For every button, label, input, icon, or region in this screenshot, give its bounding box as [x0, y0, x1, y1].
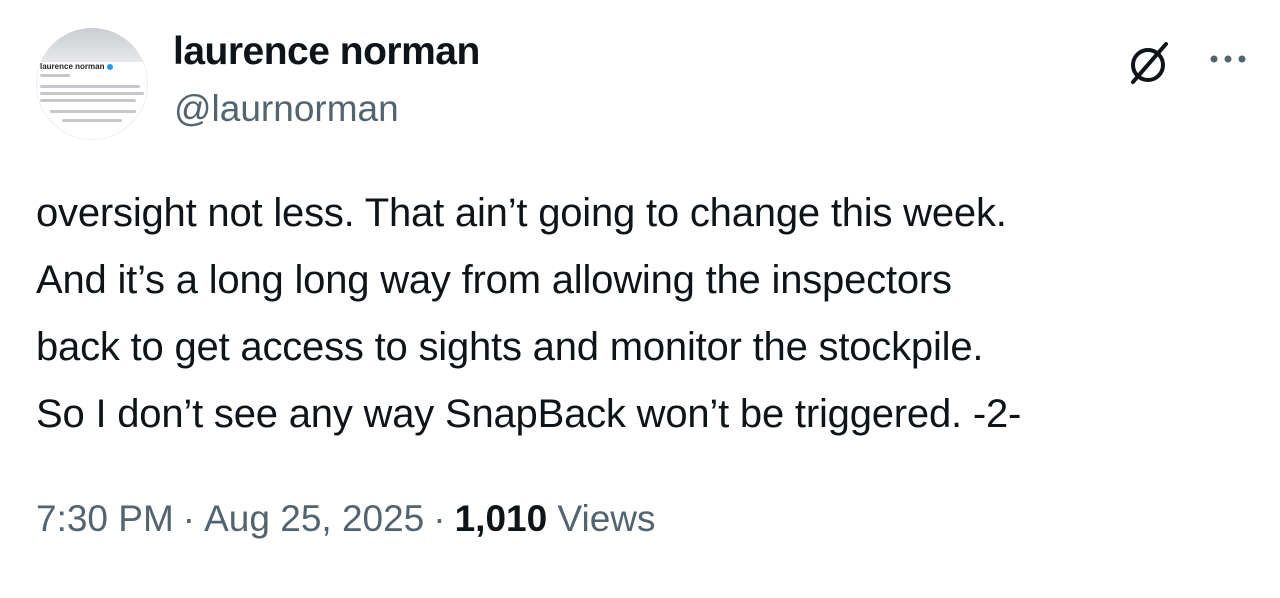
- author-display-name[interactable]: laurence norman: [173, 30, 480, 74]
- tweet-meta: 7:30 PM · Aug 25, 2025 · 1,010 Views: [36, 498, 656, 540]
- avatar-mini-line: [40, 99, 136, 102]
- avatar-banner: [36, 28, 148, 62]
- avatar-mini-line: [50, 110, 136, 113]
- views-label: Views: [557, 498, 656, 539]
- meta-separator: ·: [182, 498, 196, 539]
- more-horizontal-icon[interactable]: [1208, 44, 1248, 74]
- avatar[interactable]: laurence norman: [36, 28, 148, 140]
- views-count: 1,010: [454, 498, 548, 539]
- author-handle[interactable]: @laurnorman: [174, 88, 399, 130]
- grok-slash-circle-icon[interactable]: [1124, 38, 1174, 88]
- tweet-text-line: back to get access to sights and monitor…: [36, 325, 984, 369]
- avatar-mini-line: [62, 119, 122, 122]
- tweet-date[interactable]: Aug 25, 2025: [204, 498, 424, 539]
- tweet-text-line: oversight not less. That ain’t going to …: [36, 191, 1007, 235]
- avatar-mini-line: [40, 74, 70, 77]
- avatar-mini-line: [40, 85, 140, 88]
- avatar-mini-name-text: laurence norman: [40, 62, 105, 71]
- meta-separator: ·: [433, 498, 446, 539]
- tweet-card: laurence norman laurence norman @laurnor…: [0, 0, 1280, 598]
- avatar-mini-line: [40, 92, 144, 95]
- tweet-text-line: So I don’t see any way SnapBack won’t be…: [36, 392, 1022, 436]
- tweet-text: oversight not less. That ain’t going to …: [36, 180, 1256, 448]
- verified-icon: [107, 63, 114, 70]
- tweet-text-line: And it’s a long long way from allowing t…: [36, 258, 952, 302]
- avatar-mini-name: laurence norman: [40, 62, 114, 71]
- tweet-time[interactable]: 7:30 PM: [36, 498, 174, 539]
